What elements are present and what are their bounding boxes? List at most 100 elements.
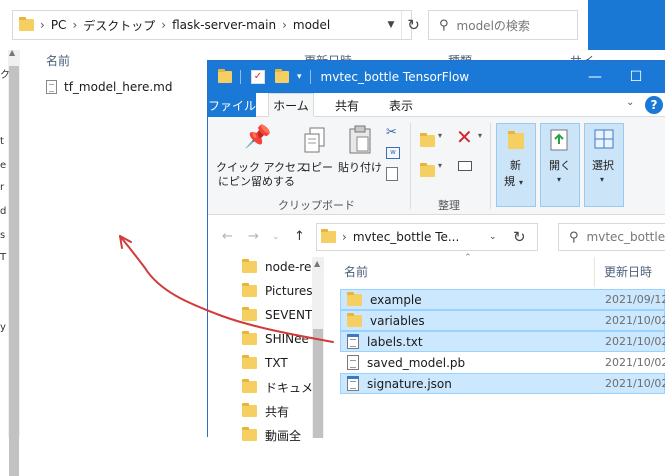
scroll-up-icon[interactable]: ▲: [9, 48, 15, 57]
copy-path-icon[interactable]: w: [386, 147, 400, 159]
tab-view[interactable]: 表示: [378, 93, 424, 117]
copy-label[interactable]: コピー: [300, 161, 333, 175]
ribbon-tab-bar: ファイル ホーム 共有 表示 ⌄ ?: [208, 93, 665, 117]
folder-icon: [242, 283, 257, 297]
search-icon: ⚲: [569, 229, 579, 245]
back-nav-scroll-thumb[interactable]: [9, 66, 19, 476]
chevron-down-icon[interactable]: ▾: [478, 131, 482, 140]
tab-home[interactable]: ホーム: [268, 93, 314, 117]
breadcrumb-model[interactable]: model: [293, 18, 330, 32]
chevron-right-icon[interactable]: ›: [342, 230, 347, 244]
file-name: labels.txt: [367, 334, 423, 349]
help-icon[interactable]: ?: [645, 96, 663, 114]
nav-item-shinee[interactable]: SHINee: [242, 329, 312, 349]
chevron-right-icon[interactable]: ›: [40, 18, 45, 32]
select-label[interactable]: 選択: [592, 159, 614, 173]
nav-item-label: 動画全: [265, 428, 302, 443]
file-row-example[interactable]: example 2021/09/12: [340, 289, 665, 310]
paste-label[interactable]: 貼り付け: [338, 161, 382, 175]
front-address-box[interactable]: › mvtec_bottle Te... ⌄ ↻: [316, 223, 538, 251]
address-history-dropdown[interactable]: ⌄: [489, 232, 497, 242]
chevron-down-icon[interactable]: ▾: [519, 178, 523, 187]
paste-icon[interactable]: [348, 125, 372, 155]
back-address-box[interactable]: › PC › デスクトップ › flask-server-main › mode…: [12, 10, 420, 40]
copy-icon[interactable]: [304, 127, 326, 155]
nav-item-seventeen[interactable]: SEVENTE: [242, 305, 312, 325]
front-nav-scroll-thumb[interactable]: [313, 329, 323, 438]
customize-toolbar-dropdown[interactable]: ▾: [297, 72, 302, 82]
scroll-up-icon[interactable]: ▲: [314, 259, 320, 268]
window-title: mvtec_bottle TensorFlow: [320, 70, 470, 84]
file-row-signature-json[interactable]: signature.json 2021/10/02: [340, 373, 665, 394]
tab-file[interactable]: ファイル: [208, 93, 256, 117]
minimize-button[interactable]: —: [572, 61, 618, 93]
new-folder-icon[interactable]: [508, 131, 524, 149]
back-search-input[interactable]: ⚲ modelの検索: [428, 10, 578, 40]
breadcrumb-mvtec-bottle[interactable]: mvtec_bottle Te...: [353, 230, 460, 244]
new-label-1[interactable]: 新: [510, 159, 521, 173]
file-row-labels-txt[interactable]: labels.txt 2021/10/02: [340, 331, 665, 352]
chevron-down-icon[interactable]: ▾: [438, 131, 442, 140]
sort-ascending-icon: ⌃: [464, 253, 472, 263]
file-row-saved-model[interactable]: saved_model.pb 2021/10/02: [340, 352, 665, 373]
nav-item-videos[interactable]: 動画全: [242, 425, 312, 445]
chevron-right-icon[interactable]: ›: [161, 18, 166, 32]
chevron-down-icon[interactable]: ▾: [557, 175, 561, 184]
column-header-name[interactable]: 名前: [344, 263, 368, 280]
expand-ribbon-icon[interactable]: ⌄: [626, 97, 634, 108]
chevron-right-icon[interactable]: ›: [282, 18, 287, 32]
move-to-icon[interactable]: [420, 133, 435, 147]
copy-to-icon[interactable]: [420, 163, 435, 177]
breadcrumb-flask-server-main[interactable]: flask-server-main: [172, 18, 276, 32]
nav-item-documents[interactable]: ドキュメン: [242, 377, 312, 397]
column-divider[interactable]: [594, 257, 595, 287]
new-folder-icon[interactable]: [275, 69, 289, 83]
pin-quick-access-label-1[interactable]: クイック アクセス: [216, 161, 307, 175]
file-row-variables[interactable]: variables 2021/10/02: [340, 310, 665, 331]
properties-icon[interactable]: ✓: [251, 70, 265, 84]
paste-shortcut-icon[interactable]: [386, 167, 398, 181]
back-search-placeholder: modelの検索: [456, 18, 530, 33]
delete-icon[interactable]: ✕: [456, 125, 473, 149]
nav-edge-text: s: [0, 230, 6, 241]
pin-quick-access-label-2[interactable]: にピン留めする: [218, 175, 295, 189]
folder-icon: [347, 291, 362, 306]
cut-icon[interactable]: ✂: [386, 125, 397, 140]
desktop-background-strip: [588, 0, 665, 50]
file-row-tf-model-here[interactable]: tf_model_here.md: [46, 80, 172, 94]
front-search-input[interactable]: ⚲ mvtec_bottle: [558, 223, 665, 251]
file-date: 2021/10/02: [605, 377, 665, 390]
chevron-down-icon[interactable]: ▾: [600, 175, 604, 184]
new-label-2[interactable]: 規: [504, 175, 515, 189]
select-grid-icon[interactable]: [594, 129, 614, 149]
chevron-down-icon[interactable]: ▾: [438, 161, 442, 170]
nav-item-pictures[interactable]: Pictures: [242, 281, 312, 301]
forward-arrow-icon[interactable]: →: [248, 229, 259, 244]
open-label[interactable]: 開く: [549, 159, 571, 173]
address-history-dropdown[interactable]: ▼: [381, 11, 401, 39]
open-icon[interactable]: [550, 129, 570, 151]
nav-item-txt[interactable]: TXT: [242, 353, 312, 373]
nav-item-shared[interactable]: 共有: [242, 401, 312, 421]
back-arrow-icon[interactable]: ←: [222, 229, 233, 244]
pin-icon[interactable]: 📌: [244, 125, 271, 150]
breadcrumb-desktop[interactable]: デスクトップ: [83, 17, 155, 34]
title-bar[interactable]: ✓ ▾ mvtec_bottle TensorFlow — ☐: [208, 61, 665, 93]
chevron-right-icon[interactable]: ›: [72, 18, 77, 32]
refresh-button[interactable]: ↻: [401, 11, 425, 39]
column-header-date[interactable]: 更新日時: [604, 263, 652, 280]
maximize-button[interactable]: ☐: [618, 61, 654, 93]
refresh-icon[interactable]: ↻: [513, 228, 526, 246]
breadcrumb-pc[interactable]: PC: [51, 18, 67, 32]
title-separator: [309, 70, 311, 84]
nav-item-label: ドキュメン: [265, 380, 312, 395]
rename-icon[interactable]: [458, 161, 472, 171]
recent-locations-icon[interactable]: ⌄: [272, 232, 280, 242]
ribbon-separator: [490, 123, 491, 209]
column-header-name[interactable]: 名前: [46, 52, 70, 69]
folder-icon: [242, 379, 257, 393]
nav-item-node-red[interactable]: node-re: [242, 257, 312, 277]
nav-edge-text: d: [0, 206, 7, 217]
tab-share[interactable]: 共有: [324, 93, 370, 117]
up-arrow-icon[interactable]: ↑: [294, 229, 305, 244]
